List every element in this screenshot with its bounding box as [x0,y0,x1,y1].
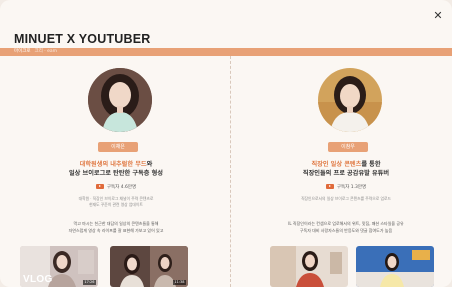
subscriber-count: 구독자 1.3만명 [236,184,452,190]
section-bar-label: 마이크로 크리 · eam [14,48,57,56]
avatar [318,68,382,132]
thumbnail-title: VLOG [23,274,53,285]
note-line: 자연스럽게 영상 속 라이프를 잘 표현해 가보고 있어 있고 [68,227,164,233]
desc-line: 대학원 · 직장인 브이로그 채널이 주력 콘텐츠로 [78,196,154,201]
influencer-column-right: 이참우 직장인 일상 콘텐츠를 통한 직장인들의 프로 공감유발 유튜버 구독자… [236,56,452,287]
desc-line: 직장인으로서의 일상 브이로그 콘텐츠를 주력으로 업로드 [301,196,391,201]
headline-suffix: 와 [146,161,153,168]
influencer-name: 이채은 [98,142,138,152]
headline-line2: 직장인들의 프로 공감유발 유튜버 [302,170,390,177]
youtube-icon [95,184,104,189]
subscriber-text: 구독자 1.3만명 [336,185,367,190]
desc-line: 현재도 꾸준히 관련 영상 업데이트 [89,202,143,207]
influencer-headline: 직장인 일상 콘텐츠를 통한 직장인들의 프로 공감유발 유튜버 [236,160,452,178]
column-divider [230,56,231,287]
video-thumbnail[interactable]: VLOG 17:26 [20,246,98,287]
note-line: 구독자 대비 사랑자스들의 반응도와 댓글 참여도가 높음 [299,227,393,233]
influencer-description: 대학원 · 직장인 브이로그 채널이 주력 콘텐츠로 현재도 꾸준히 관련 영상… [36,196,196,208]
video-thumbnail[interactable] [270,246,348,287]
note-line: IL 직장인이라는 컨셉으로 업로해서의 위트, 맛집, 패션 스타일을 공유 [288,221,404,226]
influencer-headline: 대학원생의 내추럴한 무드와 일상 브이로그로 탄탄한 구독층 형성 [6,160,226,178]
video-duration: 11:38 [172,280,186,285]
video-thumbnail[interactable]: 11:38 [110,246,188,287]
headline-suffix: 를 통한 [361,161,381,168]
headline-highlight: 대학원생의 내추럴한 무드 [79,161,147,168]
youtube-icon [325,184,334,189]
subscriber-text: 구독자 4.6만명 [106,185,137,190]
page-title: MINUET X YOUTUBER [14,32,151,46]
influencer-note: 먹고 마시는 친근한 대담의 일상의 콘텐츠들을 통해 자연스럽게 영상 속 라… [26,221,206,234]
headline-line2: 일상 브이로그로 탄탄한 구독층 형성 [68,170,163,177]
influencer-name: 이참우 [328,142,368,152]
note-line: 먹고 마시는 친근한 대담의 일상의 콘텐츠들을 통해 [73,221,159,226]
section-bar-subtitle: 크리 · eam [34,49,58,54]
avatar [88,68,152,132]
section-bar [0,48,452,56]
video-thumbnail[interactable] [356,246,434,287]
influencer-description: 직장인으로서의 일상 브이로그 콘텐츠를 주력으로 업로드 [266,196,426,202]
video-duration: 17:26 [82,280,96,285]
youtuber-card: ✕ MINUET X YOUTUBER 마이크로 크리 · eam 이채은 대학원… [0,0,452,287]
close-icon[interactable]: ✕ [432,10,444,22]
subscriber-count: 구독자 4.6만명 [6,184,226,190]
video-thumbnails: VLOG 17:26 11:38 [20,246,220,287]
influencer-column-left: 이채은 대학원생의 내추럴한 무드와 일상 브이로그로 탄탄한 구독층 형성 구… [6,56,226,287]
headline-highlight: 직장인 일상 콘텐츠 [311,161,362,168]
section-bar-title: 마이크로 [14,49,31,54]
video-thumbnails [250,246,450,287]
influencer-note: IL 직장인이라는 컨셉으로 업로해서의 위트, 맛집, 패션 스타일을 공유 … [256,221,436,234]
